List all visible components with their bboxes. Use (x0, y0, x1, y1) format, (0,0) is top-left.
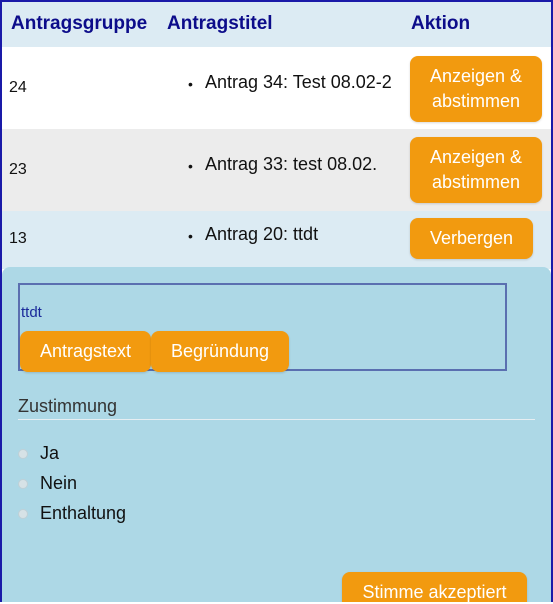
divider (18, 419, 535, 420)
motion-box: ttdt Antragstext Begründung (18, 283, 507, 372)
header-title: Antragstitel (167, 13, 273, 34)
row-group-number: 23 (9, 161, 27, 178)
row-motion-title: Antrag 34: Test 08.02-2 (205, 72, 392, 92)
motion-text-button[interactable]: Antragstext (20, 331, 151, 372)
row-motion-title: Antrag 33: test 08.02. (205, 154, 378, 174)
hide-button[interactable]: Verbergen (410, 218, 533, 259)
list-bullet: • (188, 228, 193, 244)
radio-button[interactable] (18, 479, 28, 489)
radio-button[interactable] (18, 509, 28, 519)
row-group-number: 13 (9, 230, 27, 247)
table-row: 23 • Antrag 33: test 08.02. Anzeigen & a… (2, 129, 551, 211)
vote-section-title: Zustimmung (18, 396, 118, 416)
list-bullet: • (188, 76, 193, 92)
reasoning-button[interactable]: Begründung (151, 331, 289, 372)
vote-submit-button[interactable]: Stimme akzeptiert (342, 572, 527, 602)
table-row: 24 • Antrag 34: Test 08.02-2 Anzeigen & … (2, 47, 551, 129)
show-and-vote-button[interactable]: Anzeigen & abstimmen (410, 56, 542, 122)
table-header: Antragsgruppe Antragstitel Aktion (2, 2, 551, 47)
list-bullet: • (188, 158, 193, 174)
motions-table-frame: Antragsgruppe Antragstitel Aktion 24 • A… (0, 0, 553, 602)
show-and-vote-button[interactable]: Anzeigen & abstimmen (410, 137, 542, 203)
radio-button[interactable] (18, 449, 28, 459)
table-row: 13 • Antrag 20: ttdt Verbergen (2, 211, 551, 269)
motion-detail-panel: ttdt Antragstext Begründung Zustimmung J… (2, 267, 551, 602)
vote-option-label: Enthaltung (40, 503, 127, 523)
motion-name: ttdt (21, 304, 42, 321)
vote-option-label: Nein (40, 473, 78, 493)
header-group: Antragsgruppe (11, 13, 148, 34)
row-motion-title: Antrag 20: ttdt (205, 224, 319, 244)
row-group-number: 24 (9, 79, 27, 96)
header-action: Aktion (411, 13, 471, 34)
vote-option-label: Ja (40, 443, 60, 463)
